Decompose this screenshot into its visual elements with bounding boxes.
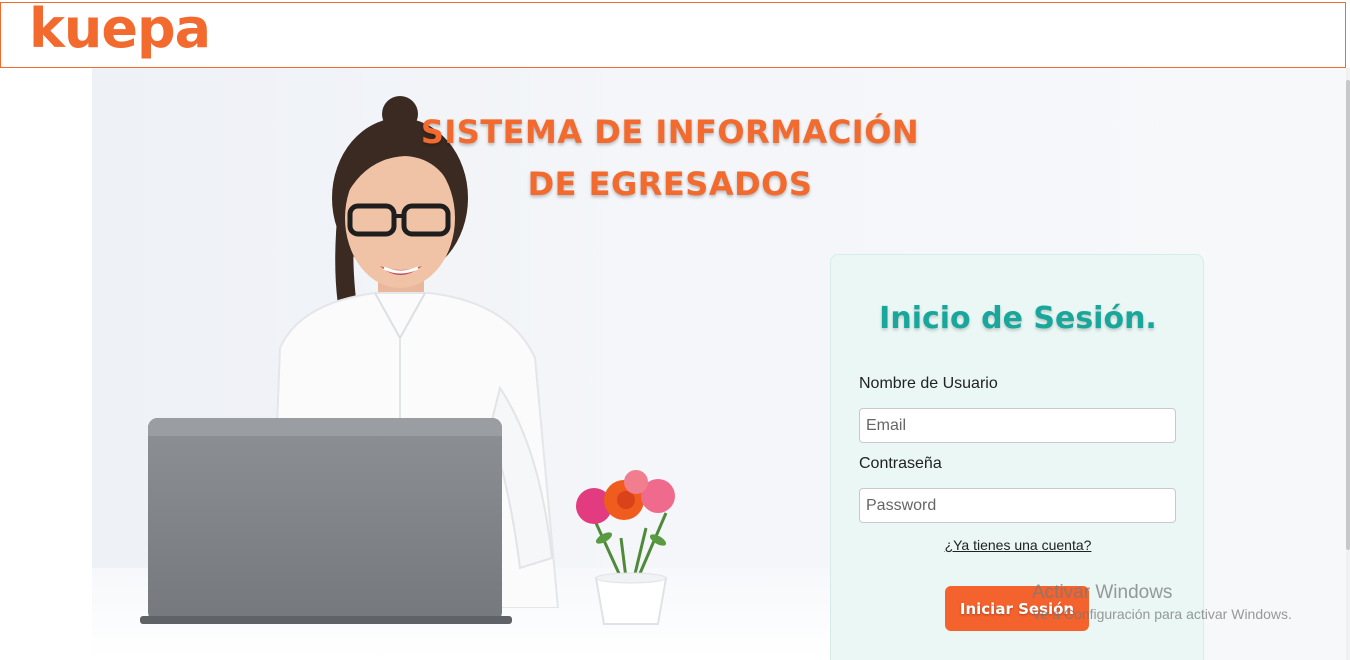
login-page: kuepa SISTEMA DE INFORMACIÓN DE EGRESADO…: [0, 0, 1350, 660]
laptop-rim: [148, 418, 502, 436]
password-label: Contraseña: [859, 455, 942, 472]
kuepa-logo[interactable]: kuepa: [29, 0, 211, 60]
password-field[interactable]: [859, 488, 1176, 523]
email-field[interactable]: [859, 408, 1176, 443]
watermark-title: Activar Windows: [1032, 582, 1173, 603]
account-link[interactable]: ¿Ya tienes una cuenta?: [831, 537, 1205, 553]
scrollbar-thumb[interactable]: [1346, 80, 1350, 550]
page-title-line1: SISTEMA DE INFORMACIÓN: [420, 113, 920, 151]
page-title: SISTEMA DE INFORMACIÓN DE EGRESADOS: [400, 106, 940, 210]
laptop-illustration: [148, 418, 502, 622]
username-label: Nombre de Usuario: [859, 375, 998, 392]
laptop-base: [140, 616, 512, 624]
watermark-subtitle: Ve a Configuración para activar Windows.: [1032, 606, 1292, 622]
login-title: Inicio de Sesión.: [879, 301, 1157, 336]
page-title-line2: DE EGRESADOS: [527, 165, 813, 203]
windows-activation-watermark: Activar Windows Ve a Configuración para …: [1032, 582, 1292, 622]
flower-pot-illustration: [576, 470, 675, 625]
top-header: kuepa: [0, 0, 1346, 68]
